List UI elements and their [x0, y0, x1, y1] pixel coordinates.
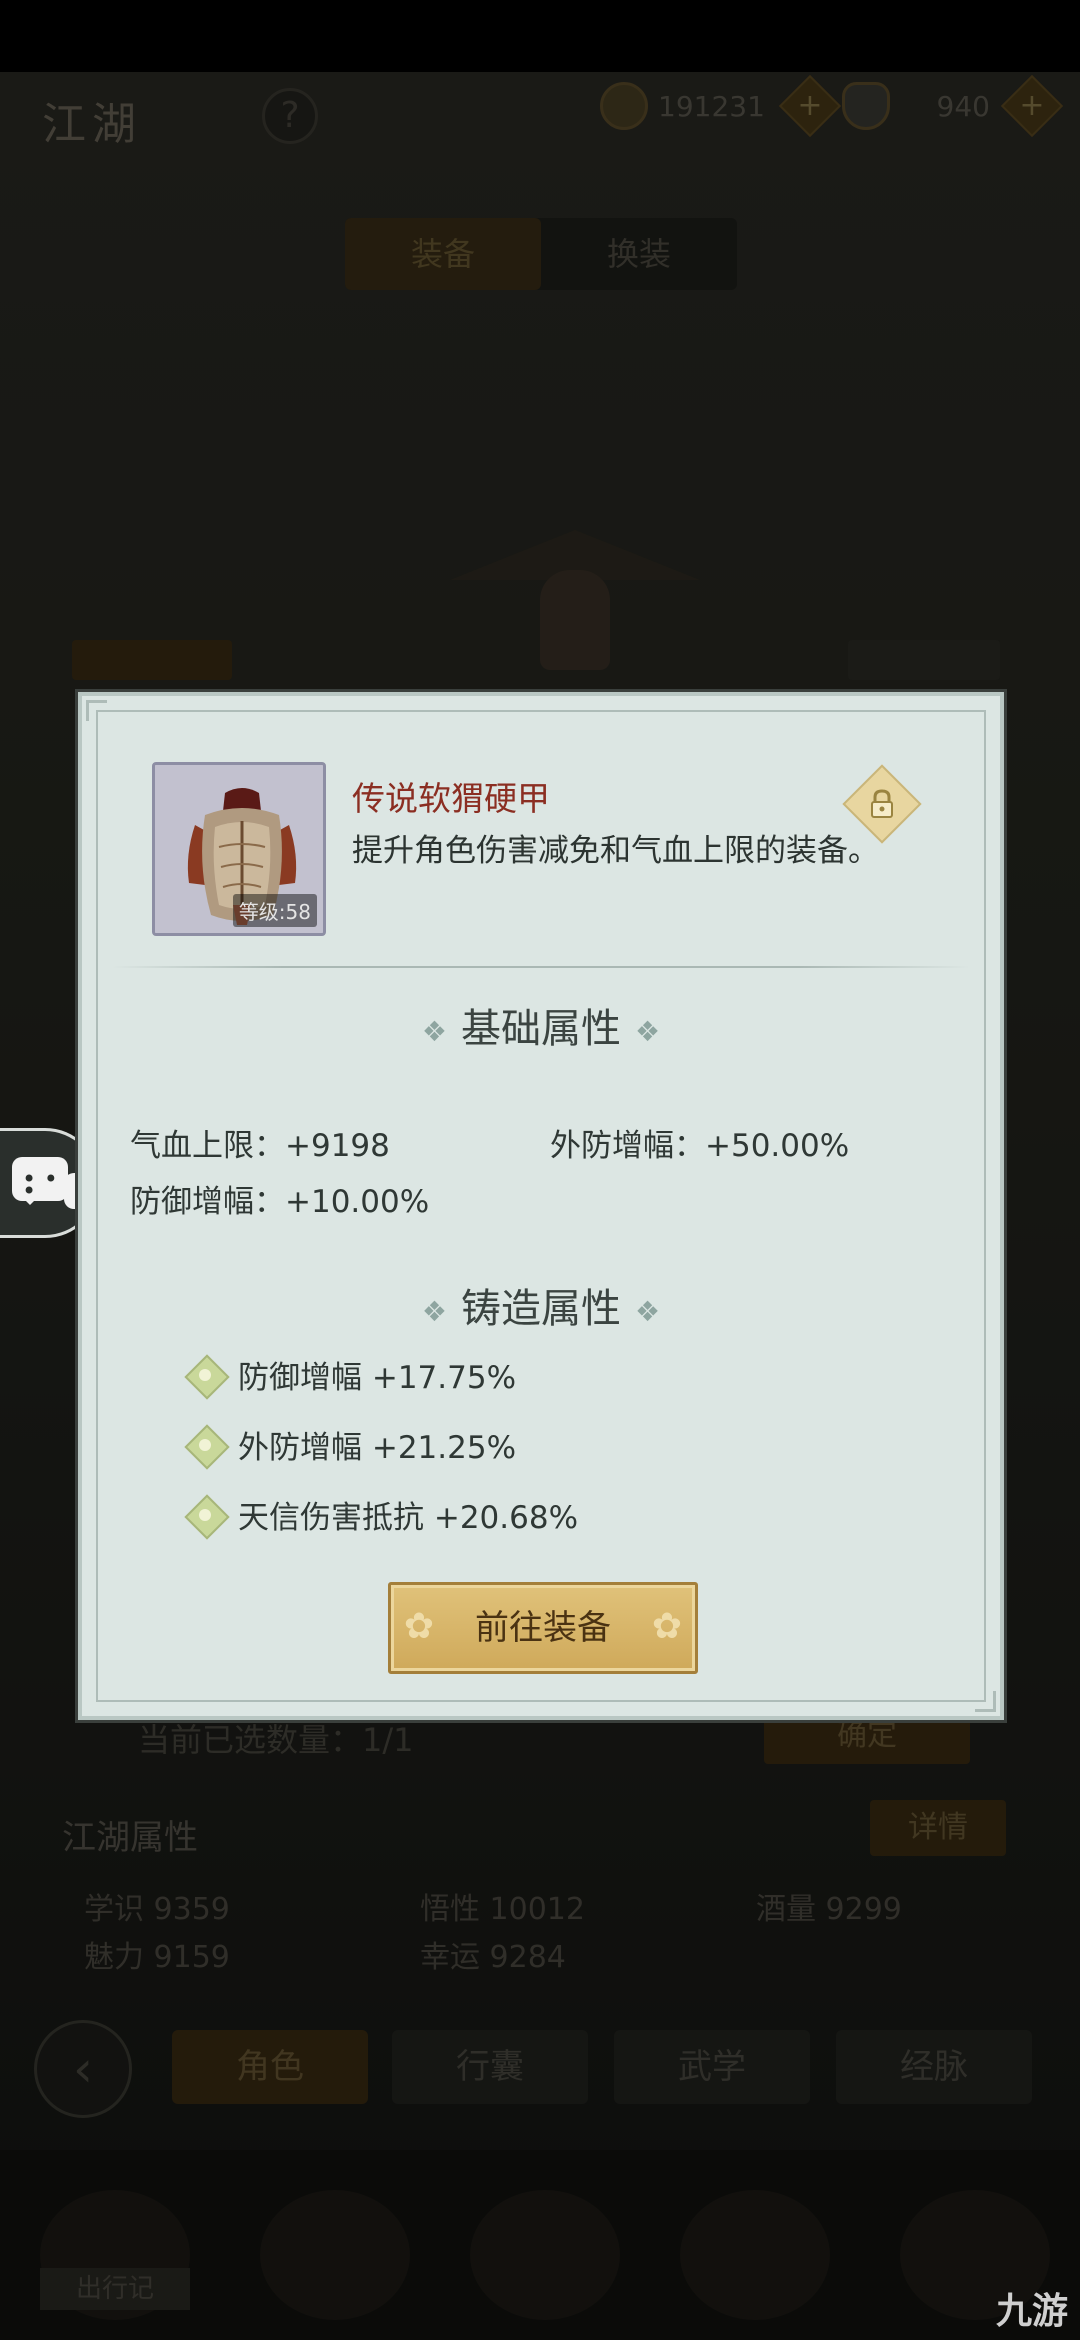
chat-icon: • • •	[12, 1157, 68, 1205]
ornament-icon: ❖	[635, 1014, 661, 1048]
base-attr-hp: 气血上限：+9198	[130, 1128, 390, 1164]
forge-attr-row: 外防增幅 +21.25%	[188, 1422, 516, 1467]
forge-attr-row: 防御增幅 +17.75%	[188, 1352, 516, 1397]
lock-icon	[871, 789, 893, 818]
go-equip-label: 前往装备	[475, 1608, 611, 1648]
forge-attr-text: 天信伤害抵抗 +20.68%	[238, 1500, 579, 1536]
flower-ornament-icon: ✿	[403, 1606, 435, 1647]
base-attributes-title: ❖ 基础属性 ❖	[421, 1006, 661, 1052]
item-level: 等级:58	[232, 894, 317, 927]
header-divider	[112, 966, 970, 968]
forge-attr-text: 外防增幅 +21.25%	[238, 1430, 517, 1466]
status-bar	[0, 0, 1080, 72]
item-detail-modal: 等级:58 传说软猬硬甲 提升角色伤害减免和气血上限的装备。 ❖ 基础属性 ❖ 气血…	[78, 692, 1004, 1720]
gem-icon	[188, 1428, 222, 1462]
base-attr-defense: 防御增幅：+10.00%	[130, 1184, 430, 1220]
forge-attributes-title: ❖ 铸造属性 ❖	[421, 1286, 661, 1332]
gem-icon	[188, 1358, 222, 1392]
base-attr-outer-defense: 外防增幅：+50.00%	[550, 1128, 850, 1164]
ornament-icon: ❖	[421, 1294, 447, 1328]
item-icon-frame: 等级:58	[152, 762, 326, 936]
item-description: 提升角色伤害减免和气血上限的装备。	[352, 833, 879, 869]
go-equip-button[interactable]: ✿ 前往装备 ✿	[388, 1582, 698, 1674]
flower-ornament-icon: ✿	[651, 1606, 683, 1647]
ornament-icon: ❖	[421, 1014, 447, 1048]
forge-attr-text: 防御增幅 +17.75%	[238, 1360, 517, 1396]
forge-attr-row: 天信伤害抵抗 +20.68%	[188, 1492, 578, 1537]
gem-icon	[188, 1498, 222, 1532]
watermark-logo: 九游	[995, 2291, 1068, 2332]
item-name: 传说软猬硬甲	[352, 779, 550, 818]
ornament-icon: ❖	[635, 1294, 661, 1328]
